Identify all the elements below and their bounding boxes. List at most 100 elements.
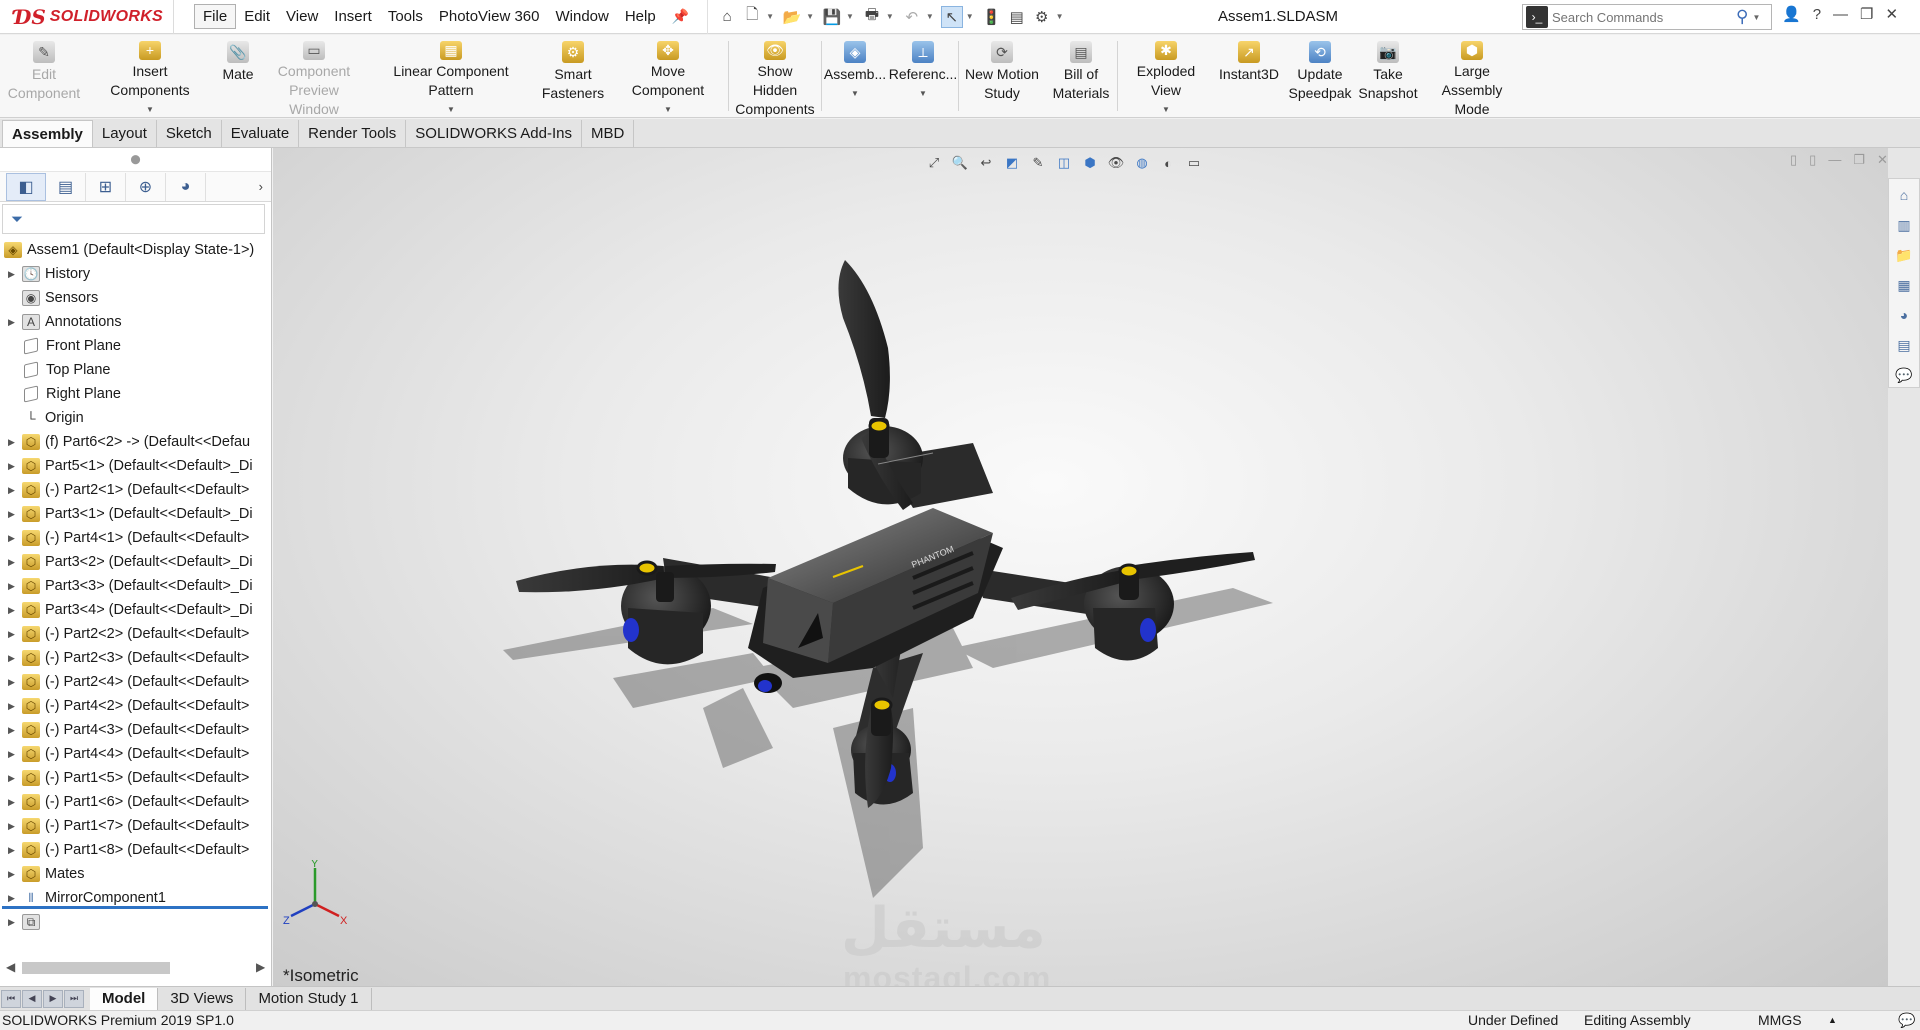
help-icon[interactable]: ? xyxy=(1813,6,1821,23)
units-dropdown-icon[interactable]: ▲ xyxy=(1828,1015,1837,1025)
expand-arrow-icon[interactable]: ▶ xyxy=(8,653,22,664)
tree-root-assembly[interactable]: ◈ Assem1 (Default<Display State-1>) xyxy=(0,238,271,262)
expand-arrow-icon[interactable]: ▶ xyxy=(8,629,22,640)
display-manager-tab-icon[interactable]: ◕ xyxy=(166,172,206,201)
tree-item-part[interactable]: ▶ ⬡ Part3<3> (Default<<Default>_Di xyxy=(0,574,271,598)
assembly-features-button[interactable]: ◈ Assemb... ▼ xyxy=(822,35,888,117)
tree-item-part[interactable]: ▶ ⬡ (-) Part2<2> (Default<<Default> xyxy=(0,622,271,646)
edit-component-button[interactable]: ✎ Edit Component xyxy=(0,35,88,117)
menu-edit[interactable]: Edit xyxy=(236,5,278,28)
move-component-button[interactable]: ✥ Move Component ▼ xyxy=(608,35,728,117)
design-library-icon[interactable]: ▥ xyxy=(1893,213,1915,237)
tree-item-top-plane[interactable]: Top Plane xyxy=(0,358,271,382)
tab-mbd[interactable]: MBD xyxy=(582,120,635,147)
tree-item-mirror-component[interactable]: ▶ ⧉ xyxy=(0,910,271,934)
expand-arrow-icon[interactable]: ▶ xyxy=(8,461,22,472)
tree-item-right-plane[interactable]: Right Plane xyxy=(0,382,271,406)
tree-item-part[interactable]: ▶ ⬡ (-) Part1<5> (Default<<Default> xyxy=(0,766,271,790)
propertymanager-tab-icon[interactable]: ▤ xyxy=(46,172,86,201)
instant3d-button[interactable]: ↗ Instant3D xyxy=(1214,35,1284,117)
smart-fasteners-button[interactable]: ⚙ Smart Fasteners xyxy=(538,35,608,117)
menu-file[interactable]: File xyxy=(194,4,237,29)
tree-item-part[interactable]: ▶ ⬡ (-) Part4<2> (Default<<Default> xyxy=(0,694,271,718)
appearances-icon[interactable]: ◕ xyxy=(1893,303,1915,327)
restore-icon[interactable]: ❐ xyxy=(1860,5,1873,23)
tab-evaluate[interactable]: Evaluate xyxy=(221,120,300,147)
expand-arrow-icon[interactable]: ▶ xyxy=(8,797,22,808)
menu-photoview[interactable]: PhotoView 360 xyxy=(431,5,548,28)
menu-tools[interactable]: Tools xyxy=(380,5,431,28)
tab-3d-views[interactable]: 3D Views xyxy=(158,987,247,1010)
pin-menu-icon[interactable]: 📌 xyxy=(672,8,689,25)
expand-arrow-icon[interactable]: ▶ xyxy=(8,701,22,712)
tree-item-part[interactable]: ▶ ⬡ (-) Part4<4> (Default<<Default> xyxy=(0,742,271,766)
status-comment-icon[interactable]: 💬 xyxy=(1898,1012,1915,1029)
tab-addins[interactable]: SOLIDWORKS Add-Ins xyxy=(406,120,582,147)
open-dropdown-icon[interactable]: ▼ xyxy=(806,12,814,21)
expand-arrow-icon[interactable]: ▶ xyxy=(8,317,22,328)
menu-window[interactable]: Window xyxy=(547,5,616,28)
minimize-icon[interactable]: — xyxy=(1833,6,1848,23)
rebuild-traffic-light-icon[interactable]: 🚦 xyxy=(981,6,1003,28)
tree-item-part[interactable]: ▶ ⬡ Part5<1> (Default<<Default>_Di xyxy=(0,454,271,478)
options-dropdown-icon[interactable]: ▼ xyxy=(1056,12,1064,21)
open-folder-icon[interactable]: 📂 xyxy=(781,6,803,28)
component-preview-window-button[interactable]: ▭ Component Preview Window xyxy=(264,35,364,117)
reference-geometry-button[interactable]: ⟂ Referenc... ▼ xyxy=(888,35,958,117)
prev-tab-icon[interactable]: ◀ xyxy=(22,989,42,1008)
exploded-view-button[interactable]: ✱ Exploded View ▼ xyxy=(1118,35,1214,117)
pane-grip[interactable]: ⬤ xyxy=(0,148,271,172)
scroll-right-icon[interactable]: ▶ xyxy=(256,960,265,974)
save-dropdown-icon[interactable]: ▼ xyxy=(846,12,854,21)
expand-arrow-icon[interactable]: ▶ xyxy=(8,845,22,856)
search-commands-box[interactable]: ›_ ⚲ ▼ xyxy=(1522,4,1772,30)
dimxpert-tab-icon[interactable]: ⊕ xyxy=(126,172,166,201)
tree-item-annotations[interactable]: ▶ A Annotations xyxy=(0,310,271,334)
forum-icon[interactable]: 💬 xyxy=(1893,363,1915,387)
tree-item-part[interactable]: ▶ ⬡ Mates xyxy=(0,862,271,886)
expand-arrow-icon[interactable]: ▶ xyxy=(8,557,22,568)
search-dropdown-icon[interactable]: ▼ xyxy=(1752,13,1760,22)
tab-assembly[interactable]: Assembly xyxy=(2,120,93,147)
tree-item-part[interactable]: ▶ ⬡ (-) Part2<4> (Default<<Default> xyxy=(0,670,271,694)
tree-item-sensors[interactable]: ◉ Sensors xyxy=(0,286,271,310)
tree-item-part[interactable]: ▶ ⬡ Part3<4> (Default<<Default>_Di xyxy=(0,598,271,622)
status-units[interactable]: MMGS xyxy=(1758,1012,1802,1028)
expand-arrow-icon[interactable]: ▶ xyxy=(8,581,22,592)
chevron-right-icon[interactable]: › xyxy=(259,179,263,194)
file-properties-icon[interactable]: ▤ xyxy=(1006,6,1028,28)
scroll-left-icon[interactable]: ◀ xyxy=(6,960,15,974)
tab-layout[interactable]: Layout xyxy=(92,120,157,147)
next-tab-icon[interactable]: ▶ xyxy=(43,989,63,1008)
undo-dropdown-icon[interactable]: ▼ xyxy=(926,12,934,21)
insert-components-button[interactable]: + Insert Components ▼ xyxy=(88,35,212,117)
tab-render-tools[interactable]: Render Tools xyxy=(299,120,407,147)
exploded-view-dropdown-icon[interactable]: ▼ xyxy=(1162,100,1170,119)
expand-arrow-icon[interactable]: ▶ xyxy=(8,677,22,688)
menu-help[interactable]: Help xyxy=(617,5,664,28)
save-icon[interactable]: 💾 xyxy=(821,6,843,28)
file-explorer-icon[interactable]: 📁 xyxy=(1893,243,1915,267)
new-dropdown-icon[interactable]: ▼ xyxy=(766,12,774,21)
tree-item-origin[interactable]: └ Origin xyxy=(0,406,271,430)
scrollbar-thumb[interactable] xyxy=(22,962,170,974)
configurationmanager-tab-icon[interactable]: ⊞ xyxy=(86,172,126,201)
rollback-bar[interactable] xyxy=(2,906,268,909)
tree-item-part[interactable]: ▶ ⬡ Part3<2> (Default<<Default>_Di xyxy=(0,550,271,574)
tab-model[interactable]: Model xyxy=(90,987,159,1010)
horizontal-scrollbar[interactable]: ◀ ▶ xyxy=(0,958,272,978)
solidworks-logo[interactable]: ƊS SOLIDWORKS xyxy=(0,0,175,34)
tree-item-history[interactable]: ▶ 🕓 History xyxy=(0,262,271,286)
options-gear-icon[interactable]: ⚙ xyxy=(1031,6,1053,28)
expand-arrow-icon[interactable]: ▶ xyxy=(8,893,22,904)
expand-arrow-icon[interactable]: ▶ xyxy=(8,821,22,832)
move-component-dropdown-icon[interactable]: ▼ xyxy=(664,100,672,119)
large-assembly-mode-button[interactable]: ⬢ Large Assembly Mode xyxy=(1420,35,1524,117)
search-input[interactable] xyxy=(1552,9,1732,25)
expand-arrow-icon[interactable]: ▶ xyxy=(8,605,22,616)
assembly-features-dropdown-icon[interactable]: ▼ xyxy=(851,84,859,103)
close-icon[interactable]: ✕ xyxy=(1885,5,1898,23)
solidworks-resources-icon[interactable]: ⌂ xyxy=(1893,183,1915,207)
tree-item-front-plane[interactable]: Front Plane xyxy=(0,334,271,358)
print-dropdown-icon[interactable]: ▼ xyxy=(886,12,894,21)
